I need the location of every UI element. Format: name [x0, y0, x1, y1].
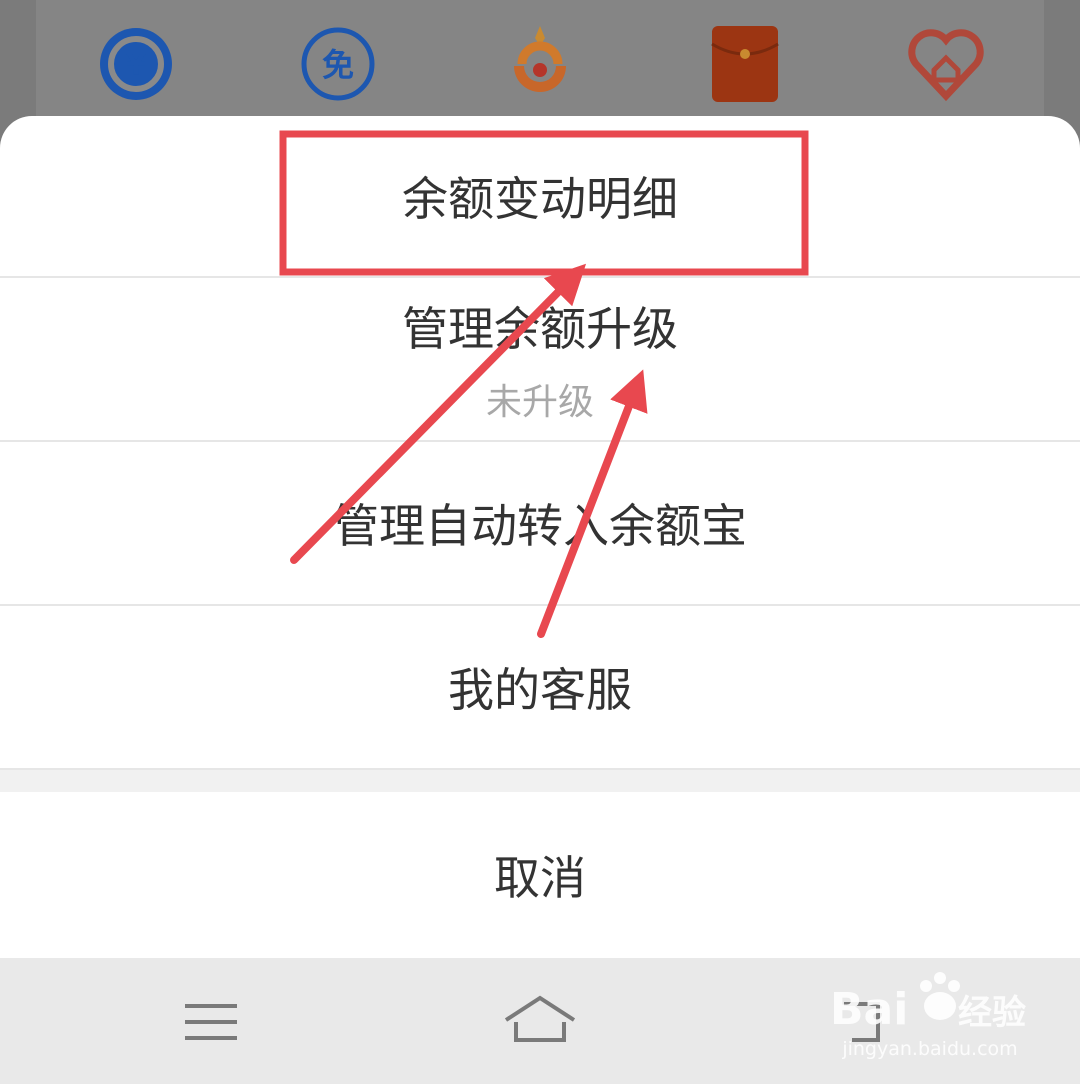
yuan-refresh-icon: ¥: [100, 28, 172, 100]
auto-transfer-label: 管理自动转入余额宝: [333, 499, 747, 553]
action-sheet: 余额变动明细 管理余额升级 未升级 管理自动转入余额宝 我的客服 取消: [0, 116, 1080, 958]
manage-balance-upgrade-label: 管理余额升级: [402, 302, 678, 356]
red-envelope-icon: [711, 26, 779, 102]
balance-details-item[interactable]: 余额变动明细: [0, 116, 1080, 276]
orange-emblem-icon: [514, 26, 566, 92]
svg-text:Bai: Bai: [830, 984, 908, 1035]
background-icon-strip: ¥ 免: [0, 0, 1080, 130]
yuan-glyph: ¥: [126, 48, 146, 81]
customer-service-item[interactable]: 我的客服: [0, 606, 1080, 768]
heart-home-icon: [908, 29, 984, 102]
baidu-paw-logo: Bai 经验: [830, 972, 1026, 1035]
menu-icon[interactable]: [171, 988, 251, 1054]
balance-details-label: 余额变动明细: [402, 172, 678, 226]
baidu-jingyan-watermark: Bai 经验 jingyan.baidu.com: [830, 966, 1030, 1066]
svg-text:经验: 经验: [958, 993, 1026, 1033]
home-icon[interactable]: [500, 988, 580, 1054]
section-gap: [0, 770, 1080, 792]
cancel-label: 取消: [494, 851, 586, 905]
watermark-url: jingyan.baidu.com: [842, 1038, 1018, 1060]
upgrade-status-label: 未升级: [485, 382, 594, 423]
customer-service-label: 我的客服: [448, 663, 632, 717]
auto-transfer-item[interactable]: 管理自动转入余额宝: [0, 442, 1080, 604]
free-badge-icon: 免: [301, 27, 375, 101]
free-glyph: 免: [322, 46, 354, 84]
cancel-button[interactable]: 取消: [0, 792, 1080, 958]
manage-balance-upgrade-item[interactable]: 管理余额升级 未升级: [0, 278, 1080, 440]
